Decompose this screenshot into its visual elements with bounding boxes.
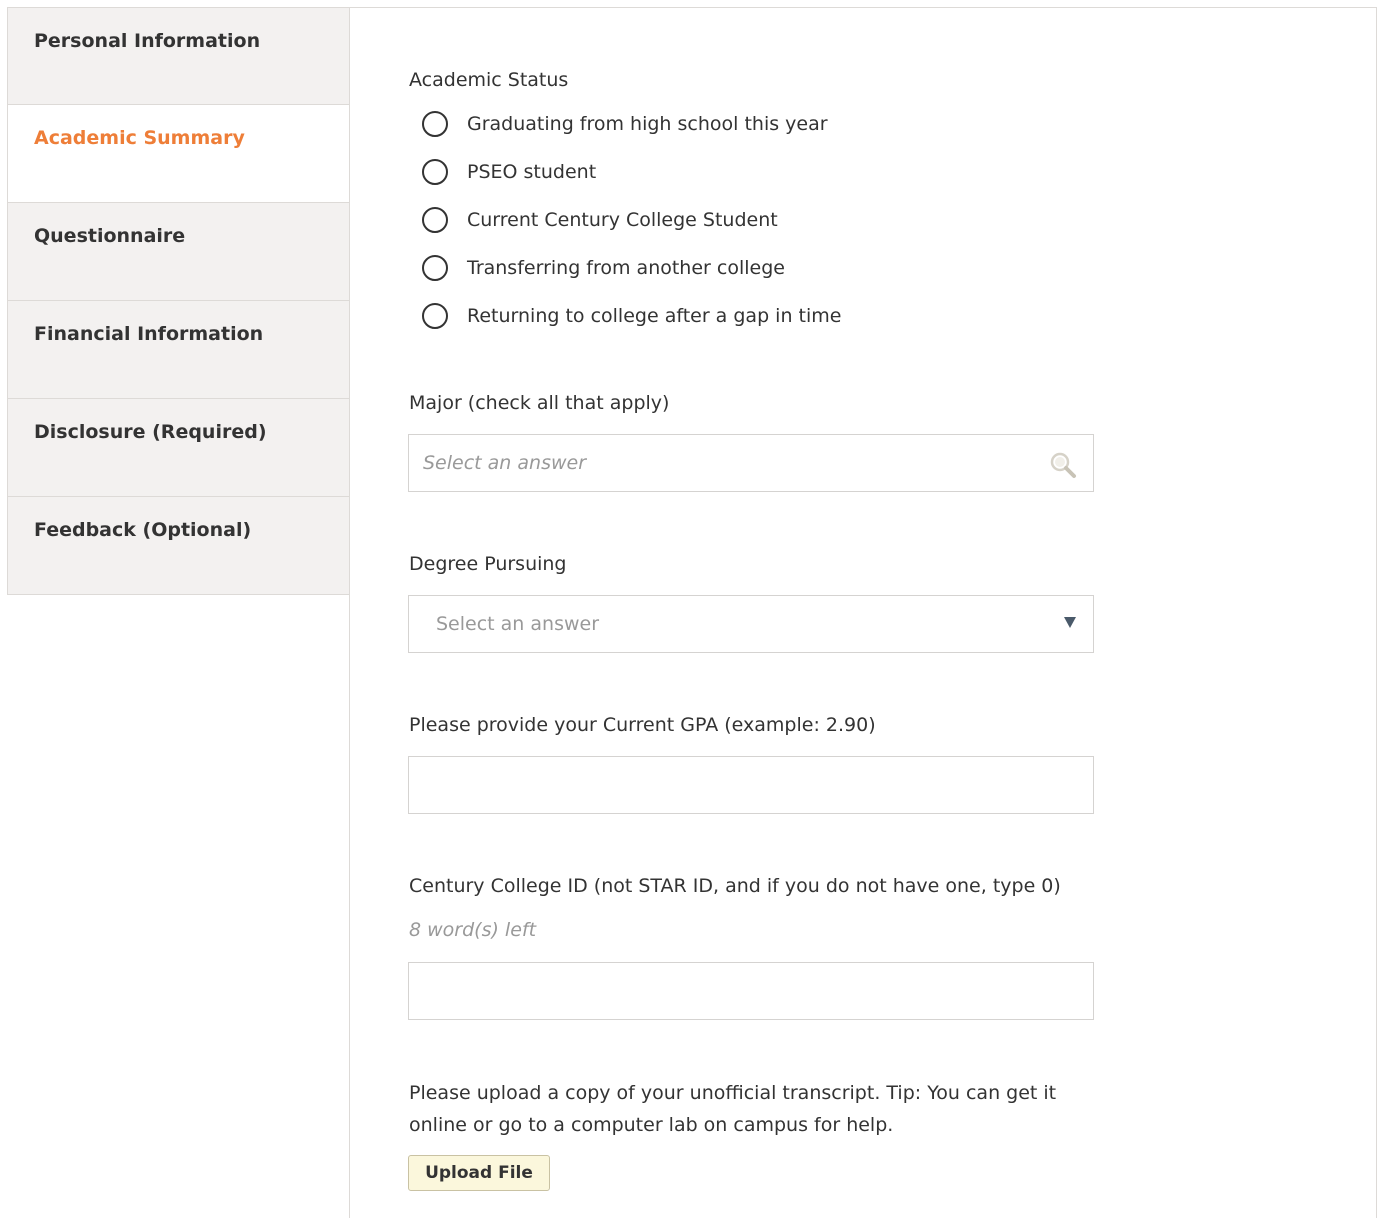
search-icon: [1049, 451, 1077, 479]
gpa-input[interactable]: [408, 756, 1094, 814]
major-placeholder: Select an answer: [423, 452, 587, 474]
word-count-hint: 8 word(s) left: [409, 919, 537, 941]
radio-label: Current Century College Student: [467, 209, 778, 231]
radio-label: PSEO student: [467, 161, 597, 183]
sidebar-item-feedback[interactable]: Feedback (Optional): [7, 497, 350, 595]
radio-label: Returning to college after a gap in time: [467, 305, 842, 327]
college-id-input[interactable]: [408, 962, 1094, 1020]
radio-label: Graduating from high school this year: [467, 113, 828, 135]
caret-down-icon: [1064, 617, 1076, 628]
radio-circle-icon[interactable]: [422, 111, 448, 137]
radio-current-student[interactable]: Current Century College Student: [422, 205, 778, 235]
degree-label: Degree Pursuing: [409, 553, 567, 575]
sidebar-item-questionnaire[interactable]: Questionnaire: [7, 203, 350, 301]
radio-returning[interactable]: Returning to college after a gap in time: [422, 301, 841, 331]
degree-select[interactable]: Select an answer: [408, 595, 1094, 653]
transcript-label: Please upload a copy of your unofficial …: [409, 1082, 1057, 1136]
upload-file-button[interactable]: Upload File: [408, 1155, 550, 1191]
radio-circle-icon[interactable]: [422, 255, 448, 281]
radio-circle-icon[interactable]: [422, 159, 448, 185]
radio-graduating-high-school[interactable]: Graduating from high school this year: [422, 109, 828, 139]
radio-pseo-student[interactable]: PSEO student: [422, 157, 596, 187]
radio-transferring[interactable]: Transferring from another college: [422, 253, 785, 283]
gpa-label: Please provide your Current GPA (example…: [409, 714, 876, 736]
sidebar-item-financial-information[interactable]: Financial Information: [7, 301, 350, 399]
major-label: Major (check all that apply): [409, 392, 670, 414]
academic-status-label: Academic Status: [409, 69, 569, 91]
sidebar-nav: Personal Information Academic Summary Qu…: [7, 7, 350, 595]
degree-placeholder: Select an answer: [436, 613, 600, 635]
radio-circle-icon[interactable]: [422, 303, 448, 329]
radio-label: Transferring from another college: [467, 257, 785, 279]
sidebar-item-personal-information[interactable]: Personal Information: [7, 7, 350, 105]
college-id-label: Century College ID (not STAR ID, and if …: [409, 875, 1061, 897]
sidebar-item-academic-summary[interactable]: Academic Summary: [7, 105, 350, 203]
major-multiselect[interactable]: Select an answer: [408, 434, 1094, 492]
sidebar-item-disclosure[interactable]: Disclosure (Required): [7, 399, 350, 497]
radio-circle-icon[interactable]: [422, 207, 448, 233]
